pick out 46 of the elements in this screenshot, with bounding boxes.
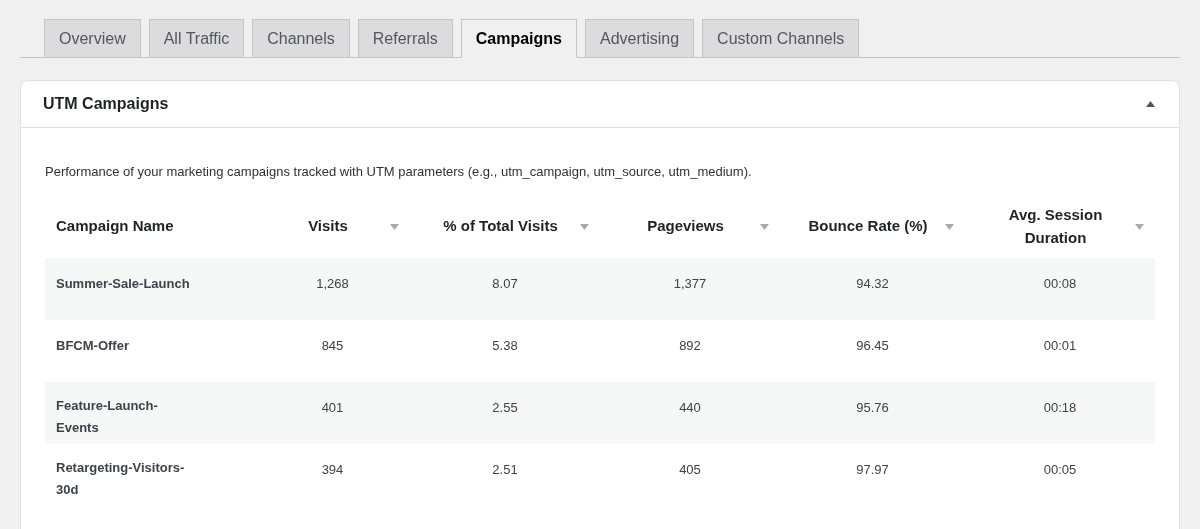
table-cell: 8.07 xyxy=(492,275,518,291)
column-header[interactable]: Pageviews xyxy=(625,215,746,238)
table-cell: 00:08 xyxy=(1043,275,1077,291)
sort-icon xyxy=(760,223,769,230)
panel-title: UTM Campaigns xyxy=(43,94,169,114)
table-cell: 00:18 xyxy=(1043,399,1077,415)
table-cell: 1,377 xyxy=(673,275,707,291)
table-cell: 00:01 xyxy=(1043,337,1077,353)
sort-icon xyxy=(945,223,954,230)
column-header: Campaign Name xyxy=(56,216,174,237)
tab[interactable]: Custom Channels xyxy=(702,19,860,58)
table-cell: 405 xyxy=(679,461,701,477)
table-cell: 2.51 xyxy=(492,461,518,477)
table-cell: 96.45 xyxy=(856,337,889,353)
collapse-toggle[interactable] xyxy=(1144,99,1157,109)
table-cell: 94.32 xyxy=(856,275,889,291)
tab[interactable]: Channels xyxy=(252,19,350,58)
table-cell-text: Feature-Launch-Events xyxy=(56,396,159,437)
tab[interactable]: All Traffic xyxy=(148,19,245,58)
sort-icon xyxy=(1135,223,1144,230)
table-cell: 394 xyxy=(321,461,344,477)
sort-icon xyxy=(390,223,399,230)
tab[interactable]: Campaigns xyxy=(460,19,577,58)
tab[interactable]: Advertising xyxy=(584,19,695,58)
sort-icon xyxy=(580,223,589,230)
table-cell: 5.38 xyxy=(492,337,518,353)
caret-icon xyxy=(1146,101,1155,107)
tab[interactable]: Referrals xyxy=(357,19,453,58)
table-cell: 1,268 xyxy=(316,275,349,291)
table-cell-text: Retargeting-Visitors-30d xyxy=(56,458,186,499)
table-cell: 892 xyxy=(679,337,701,353)
column-header[interactable]: Visits xyxy=(268,215,388,238)
table-cell-text: BFCM-Offer xyxy=(56,336,129,355)
table-cell-text: Summer-Sale-Launch xyxy=(56,274,190,293)
table-cell: 95.76 xyxy=(856,399,889,415)
tab[interactable]: Overview xyxy=(44,19,141,58)
table-cell: 2.55 xyxy=(492,399,518,415)
table-cell: 845 xyxy=(321,337,344,353)
table-cell: 00:05 xyxy=(1043,461,1077,477)
table-cell: 440 xyxy=(679,399,701,415)
column-header[interactable]: Bounce Rate (%) xyxy=(808,215,928,238)
column-header[interactable]: Avg. Session Duration xyxy=(995,204,1116,249)
panel-description: Performance of your marketing campaigns tracked with UTM parameters (e.g., utm_campaign, utm_source, utm_medium). xyxy=(45,163,753,181)
column-header[interactable]: % of Total Visits xyxy=(440,215,561,238)
table-cell: 97.97 xyxy=(856,461,889,477)
table-cell: 401 xyxy=(321,399,344,415)
